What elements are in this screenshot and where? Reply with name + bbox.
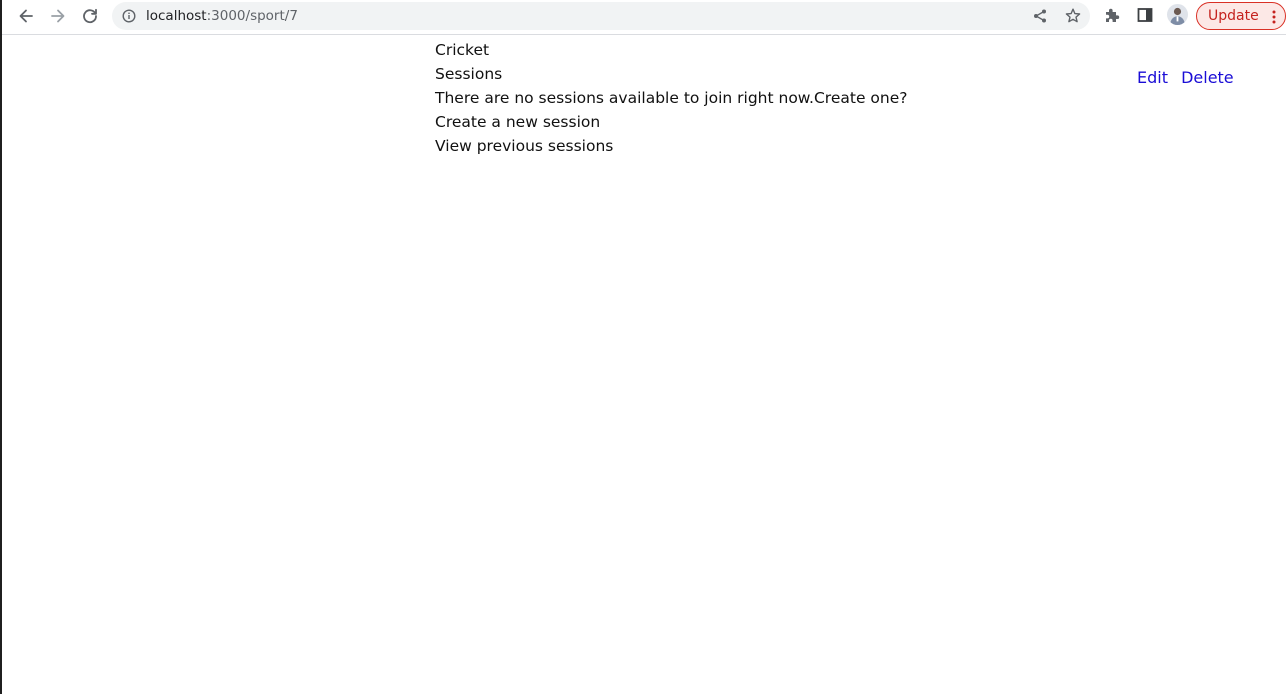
no-sessions-message: There are no sessions available to join … [435, 89, 908, 107]
share-icon[interactable] [1032, 8, 1048, 24]
address-bar[interactable]: localhost:3000/sport/7 [112, 2, 1090, 30]
site-info-icon[interactable] [122, 9, 136, 23]
profile-avatar[interactable] [1167, 4, 1188, 25]
create-session-link[interactable]: Create a new session [435, 110, 908, 134]
reload-button[interactable] [78, 4, 102, 28]
forward-button[interactable] [46, 4, 70, 28]
bookmark-star-icon[interactable] [1064, 7, 1082, 25]
sport-title: Cricket [435, 41, 490, 59]
previous-sessions-link[interactable]: View previous sessions [435, 134, 908, 158]
url-text[interactable]: localhost:3000/sport/7 [146, 8, 298, 24]
browser-window: localhost:3000/sport/7 Update Cricket Se… [0, 0, 1286, 694]
extensions-puzzle-icon[interactable] [1103, 6, 1121, 24]
update-label: Update [1208, 8, 1259, 24]
forward-arrow-icon [51, 9, 65, 23]
more-menu-icon[interactable] [1272, 10, 1276, 24]
toolbar-divider [2, 34, 1286, 35]
back-button[interactable] [14, 4, 38, 28]
url-host: localhost [146, 8, 207, 24]
edit-link[interactable]: Edit [1137, 68, 1168, 87]
update-button[interactable]: Update [1196, 2, 1286, 30]
side-panel-icon[interactable] [1136, 6, 1154, 24]
delete-link[interactable]: Delete [1181, 68, 1234, 87]
sport-page-content: Cricket Sessions There are no sessions a… [435, 38, 908, 158]
browser-toolbar: localhost:3000/sport/7 Update [2, 0, 1286, 33]
back-arrow-icon [19, 9, 33, 23]
sessions-heading: Sessions [435, 65, 503, 83]
url-path: :3000/sport/7 [206, 8, 298, 24]
reload-icon [83, 8, 97, 24]
profile-avatar-icon [1167, 4, 1188, 25]
sport-actions: Edit Delete [1137, 66, 1234, 90]
